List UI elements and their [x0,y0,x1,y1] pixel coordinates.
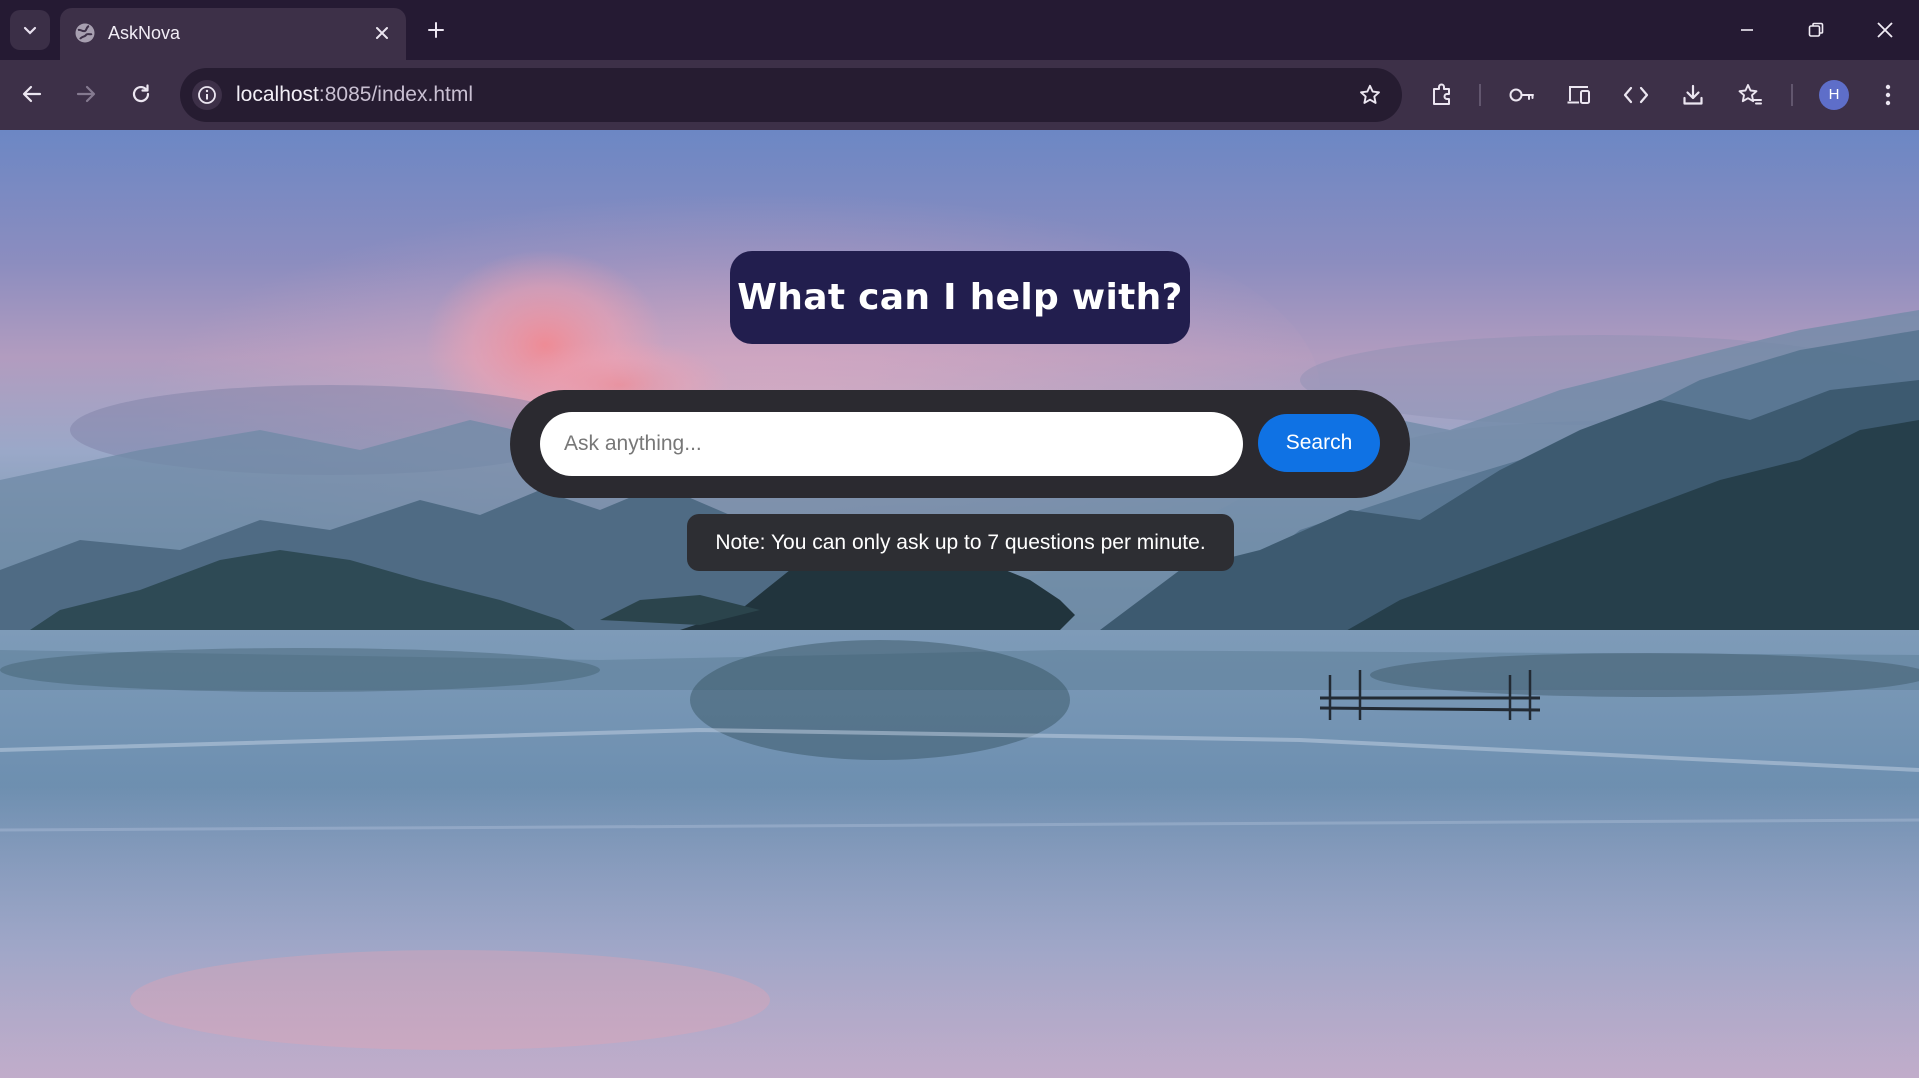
browser-tabbar: AskNova [0,0,1919,60]
info-icon [198,86,216,104]
page-viewport: What can I help with? Search Note: You c… [0,130,1919,1078]
toolbar-separator [1791,84,1793,106]
forward-button[interactable] [66,74,106,114]
new-tab-button[interactable] [418,12,454,48]
forward-icon [76,85,96,103]
reading-list-icon [1738,84,1762,105]
tab-title: AskNova [108,23,181,43]
extensions-button[interactable] [1422,75,1462,115]
rate-limit-note: Note: You can only ask up to 7 questions… [687,514,1234,571]
chevron-down-icon [23,26,37,35]
bookmark-star-icon [1360,84,1380,104]
downloads-button[interactable] [1673,75,1713,115]
back-icon [22,85,42,103]
address-bar[interactable]: localhost:8085/index.html [180,68,1402,122]
reload-button[interactable] [121,74,161,114]
url-host: localhost [236,83,319,106]
tab-close-button[interactable] [368,19,396,47]
close-window-icon [1877,22,1893,38]
download-icon [1683,84,1703,105]
reload-icon [132,84,150,103]
minimize-button[interactable] [1719,6,1775,54]
bookmark-button[interactable] [1356,81,1384,109]
browser-toolbar: localhost:8085/index.html H [0,60,1919,130]
search-button[interactable]: Search [1258,414,1380,472]
password-key-icon [1509,88,1534,102]
password-manager-button[interactable] [1502,75,1542,115]
device-button[interactable] [1559,75,1599,115]
browser-tab-active[interactable]: AskNova [60,8,406,60]
tab-search-button[interactable] [10,10,50,50]
restore-icon [1808,22,1824,37]
close-icon [376,27,388,39]
url-text: localhost:8085/index.html [236,83,473,107]
profile-avatar[interactable]: H [1819,80,1849,110]
headline-box: What can I help with? [730,251,1190,344]
restore-button[interactable] [1788,6,1844,54]
devtools-button[interactable] [1616,75,1656,115]
url-path: :8085/index.html [318,83,473,106]
search-bar: Search [510,390,1410,498]
device-icon [1567,86,1590,104]
close-window-button[interactable] [1857,6,1913,54]
toolbar-separator [1479,84,1481,106]
devtools-code-icon [1623,86,1649,104]
page-title: What can I help with? [737,277,1183,318]
extensions-icon [1433,83,1450,105]
minimize-icon [1741,29,1753,31]
reading-list-button[interactable] [1730,75,1770,115]
menu-icon [1885,84,1891,106]
browser-menu-button[interactable] [1868,75,1908,115]
search-input[interactable] [540,412,1243,476]
site-info-button[interactable] [192,80,222,110]
back-button[interactable] [12,74,52,114]
globe-icon [75,23,95,43]
plus-icon [428,22,444,38]
